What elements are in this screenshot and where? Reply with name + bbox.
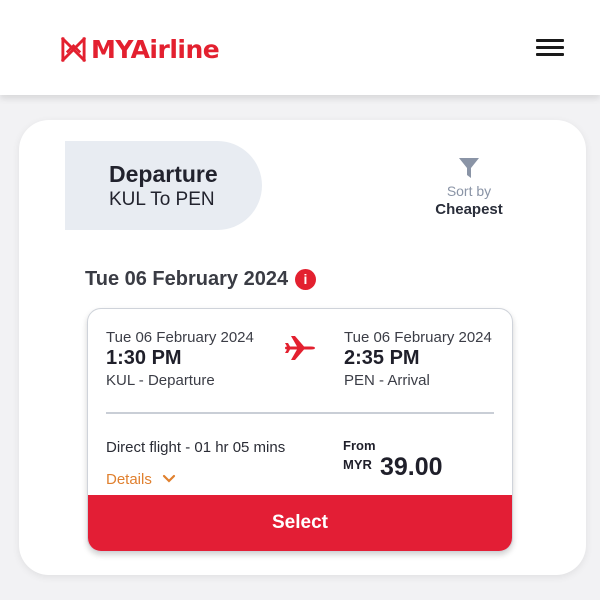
tab-title: Departure — [109, 161, 218, 187]
brand-name: MYAirline — [91, 34, 220, 64]
menu-bar — [536, 39, 564, 42]
info-icon[interactable]: i — [295, 269, 316, 290]
departure-time: 1:30 PM — [106, 347, 182, 369]
divider — [106, 412, 494, 414]
date-heading: Tue 06 February 2024 — [85, 268, 289, 290]
select-button[interactable]: Select — [88, 495, 512, 551]
sort-button[interactable]: Sort by Cheapest — [424, 157, 514, 221]
flight-search-results-panel: Departure KUL To PEN Sort by Cheapest Tu… — [19, 120, 586, 575]
departure-date: Tue 06 February 2024 — [106, 329, 254, 346]
price-from-label: From — [343, 438, 376, 453]
details-toggle[interactable]: Details — [106, 469, 176, 489]
details-label: Details — [106, 470, 152, 488]
tab-departure[interactable]: Departure KUL To PEN — [65, 141, 262, 230]
tab-route: KUL To PEN — [109, 189, 215, 210]
airplane-icon — [285, 336, 315, 360]
app-header: MYAirline — [0, 0, 600, 95]
currency-label: MYR — [343, 457, 372, 472]
arrival-time: 2:35 PM — [344, 347, 420, 369]
flight-card[interactable]: Tue 06 February 2024 1:30 PM KUL - Depar… — [87, 308, 513, 552]
myairline-emblem-icon — [60, 36, 87, 62]
arrival-date: Tue 06 February 2024 — [344, 329, 492, 346]
brand-logo[interactable]: MYAirline — [60, 34, 220, 64]
sort-value: Cheapest — [435, 201, 503, 218]
filter-icon — [459, 158, 479, 178]
flight-duration: Direct flight - 01 hr 05 mins — [106, 439, 286, 456]
price-value: 39.00 — [380, 453, 443, 481]
hamburger-menu-icon[interactable] — [536, 36, 564, 58]
arrival-location: PEN - Arrival — [344, 372, 430, 389]
menu-bar — [536, 53, 564, 56]
menu-bar — [536, 46, 564, 49]
departure-location: KUL - Departure — [106, 372, 215, 389]
sort-label: Sort by — [446, 183, 492, 199]
chevron-down-icon — [162, 474, 175, 483]
